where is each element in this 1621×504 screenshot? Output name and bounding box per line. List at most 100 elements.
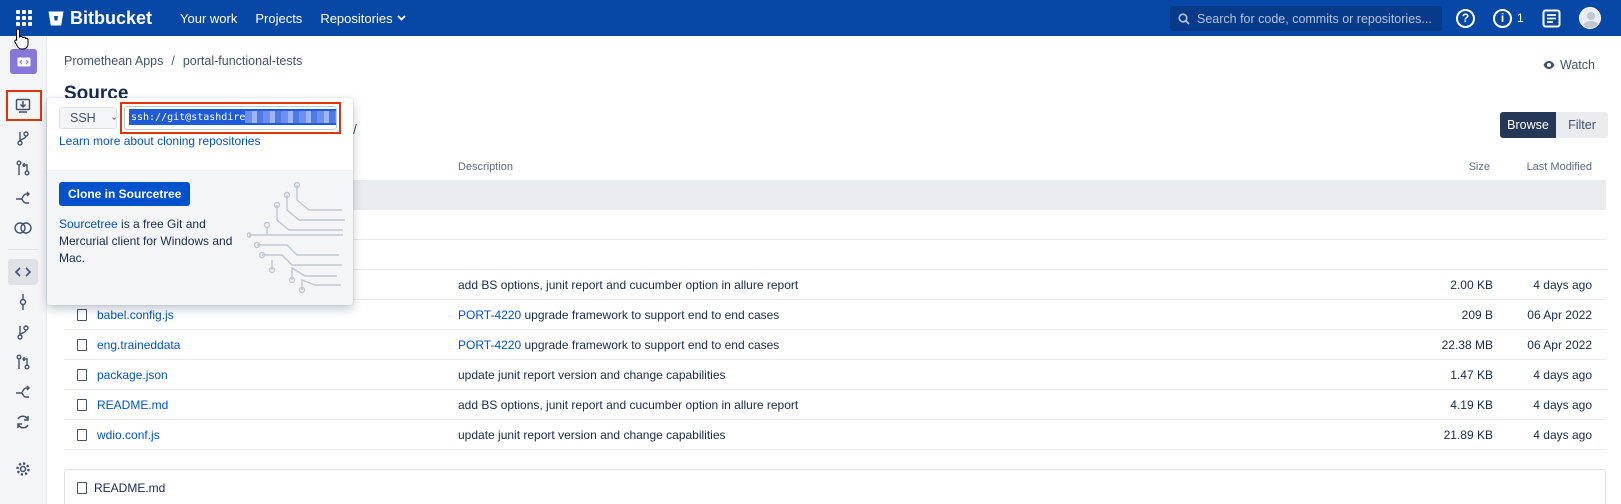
grid-icon <box>16 10 32 26</box>
nav-repositories[interactable]: Repositories <box>320 10 406 26</box>
path-separator: / <box>353 121 357 137</box>
fork-button[interactable] <box>8 185 38 211</box>
file-modified: 4 days ago <box>1533 428 1592 442</box>
create-pull-request-button[interactable] <box>8 155 38 181</box>
mouse-cursor-icon <box>14 28 29 50</box>
protocol-value: SSH <box>70 111 96 125</box>
source-code-icon <box>15 267 31 277</box>
file-modified: 4 days ago <box>1533 278 1592 292</box>
notifications-button[interactable]: i 1 <box>1493 8 1524 28</box>
commit-message: upgrade framework to support end to end … <box>521 338 780 352</box>
file-link[interactable]: babel.config.js <box>97 308 174 322</box>
breadcrumb-project[interactable]: Promethean Apps <box>64 54 163 68</box>
branch-icon <box>17 325 29 340</box>
breadcrumb: Promethean Apps / portal-functional-test… <box>64 54 302 68</box>
sidebar-item-commits[interactable] <box>8 289 38 315</box>
info-icon: i <box>1493 8 1512 28</box>
whats-new-icon[interactable] <box>1542 9 1561 28</box>
issue-link[interactable]: PORT-4220 <box>458 338 521 352</box>
browse-button[interactable]: Browse <box>1500 112 1556 138</box>
gear-icon <box>16 462 30 476</box>
file-icon <box>77 309 87 321</box>
readme-title: README.md <box>94 481 166 495</box>
circuit-illustration-icon <box>247 181 345 294</box>
repository-sidebar <box>0 36 47 504</box>
sourcetree-link[interactable]: Sourcetree <box>59 217 118 231</box>
project-avatar[interactable] <box>10 49 37 74</box>
compare-icon <box>14 222 32 234</box>
breadcrumb-separator: / <box>171 54 175 68</box>
file-description: update junit report version and change c… <box>458 368 726 382</box>
file-description: update junit report version and change c… <box>458 428 726 442</box>
file-icon <box>77 482 87 494</box>
notification-count: 1 <box>1517 11 1524 25</box>
top-right-actions: ? i 1 <box>1456 0 1601 36</box>
clone-url-highlight <box>120 102 341 134</box>
bitbucket-logo[interactable]: Bitbucket <box>48 8 152 29</box>
file-link[interactable]: README.md <box>97 398 168 412</box>
sourcetree-description: Sourcetree is a free Git and Mercurial c… <box>59 216 239 267</box>
breadcrumb-repo[interactable]: portal-functional-tests <box>183 54 303 68</box>
eye-icon <box>1543 61 1555 69</box>
file-icon <box>77 399 87 411</box>
file-size: 4.19 KB <box>1450 398 1493 412</box>
chevron-down-icon <box>111 116 116 120</box>
create-branch-button[interactable] <box>8 125 38 151</box>
compare-button[interactable] <box>8 215 38 241</box>
file-link[interactable]: eng.traineddata <box>97 338 180 352</box>
clone-dialog: SSH ssh://git@stashdire Learn more about… <box>47 98 353 305</box>
nav-projects[interactable]: Projects <box>255 11 302 26</box>
sync-icon <box>17 415 29 429</box>
file-link[interactable]: package.json <box>97 368 168 382</box>
search-input[interactable]: Search for code, commits or repositories… <box>1170 6 1442 31</box>
column-description: Description <box>458 161 514 173</box>
table-row[interactable]: wdio.conf.js update junit report version… <box>64 420 1606 450</box>
sidebar-item-forks[interactable] <box>8 379 38 405</box>
column-size: Size <box>1468 161 1490 173</box>
sidebar-item-builds[interactable] <box>8 409 38 435</box>
watch-button[interactable]: Watch <box>1543 58 1595 72</box>
file-size: 1.47 KB <box>1450 368 1493 382</box>
avatar[interactable] <box>1578 7 1601 29</box>
table-row[interactable]: README.md add BS options, junit report a… <box>64 390 1606 420</box>
sidebar-item-branches[interactable] <box>8 319 38 345</box>
filter-button[interactable]: Filter <box>1556 112 1608 138</box>
sidebar-item-settings[interactable] <box>8 456 38 482</box>
help-icon[interactable]: ? <box>1456 8 1475 28</box>
file-size: 21.89 KB <box>1443 428 1493 442</box>
sidebar-item-pull-requests[interactable] <box>8 349 38 375</box>
commit-icon <box>19 294 27 310</box>
column-last-modified: Last Modified <box>1526 161 1592 173</box>
watch-label: Watch <box>1560 58 1595 72</box>
top-navigation-bar: Bitbucket Your work Projects Repositorie… <box>0 0 1621 36</box>
file-icon <box>77 429 87 441</box>
sourcetree-section: Clone in Sourcetree Sourcetree is a free… <box>47 170 353 305</box>
file-description: add BS options, junit report and cucumbe… <box>458 278 799 292</box>
file-description: PORT-4220 upgrade framework to support e… <box>458 338 779 352</box>
table-row[interactable]: package.json update junit report version… <box>64 360 1606 390</box>
file-description: add BS options, junit report and cucumbe… <box>458 398 799 412</box>
protocol-select[interactable]: SSH <box>59 107 117 129</box>
learn-cloning-link[interactable]: Learn more about cloning repositories <box>59 134 260 148</box>
issue-link[interactable]: PORT-4220 <box>458 308 521 322</box>
commit-message: upgrade framework to support end to end … <box>521 308 780 322</box>
sidebar-item-source[interactable] <box>8 259 38 285</box>
file-modified: 06 Apr 2022 <box>1527 308 1592 322</box>
file-size: 209 B <box>1461 308 1493 322</box>
nav-your-work[interactable]: Your work <box>180 11 237 26</box>
file-modified: 4 days ago <box>1533 398 1592 412</box>
chevron-down-icon <box>396 15 406 21</box>
search-placeholder: Search for code, commits or repositories… <box>1197 11 1432 26</box>
clone-in-sourcetree-button[interactable]: Clone in Sourcetree <box>59 182 191 206</box>
primary-nav: Your work Projects Repositories <box>180 11 406 26</box>
readme-panel: README.md <box>64 469 1606 504</box>
file-icon <box>77 369 87 381</box>
nav-repositories-label: Repositories <box>320 10 393 26</box>
brand-name: Bitbucket <box>70 7 153 28</box>
clone-button-highlight <box>6 90 42 121</box>
file-size: 22.38 MB <box>1441 338 1493 352</box>
file-link[interactable]: wdio.conf.js <box>97 428 160 442</box>
table-row[interactable]: eng.traineddata PORT-4220 upgrade framew… <box>64 330 1606 360</box>
sidebar-divider <box>8 249 38 250</box>
bitbucket-icon <box>48 11 64 25</box>
